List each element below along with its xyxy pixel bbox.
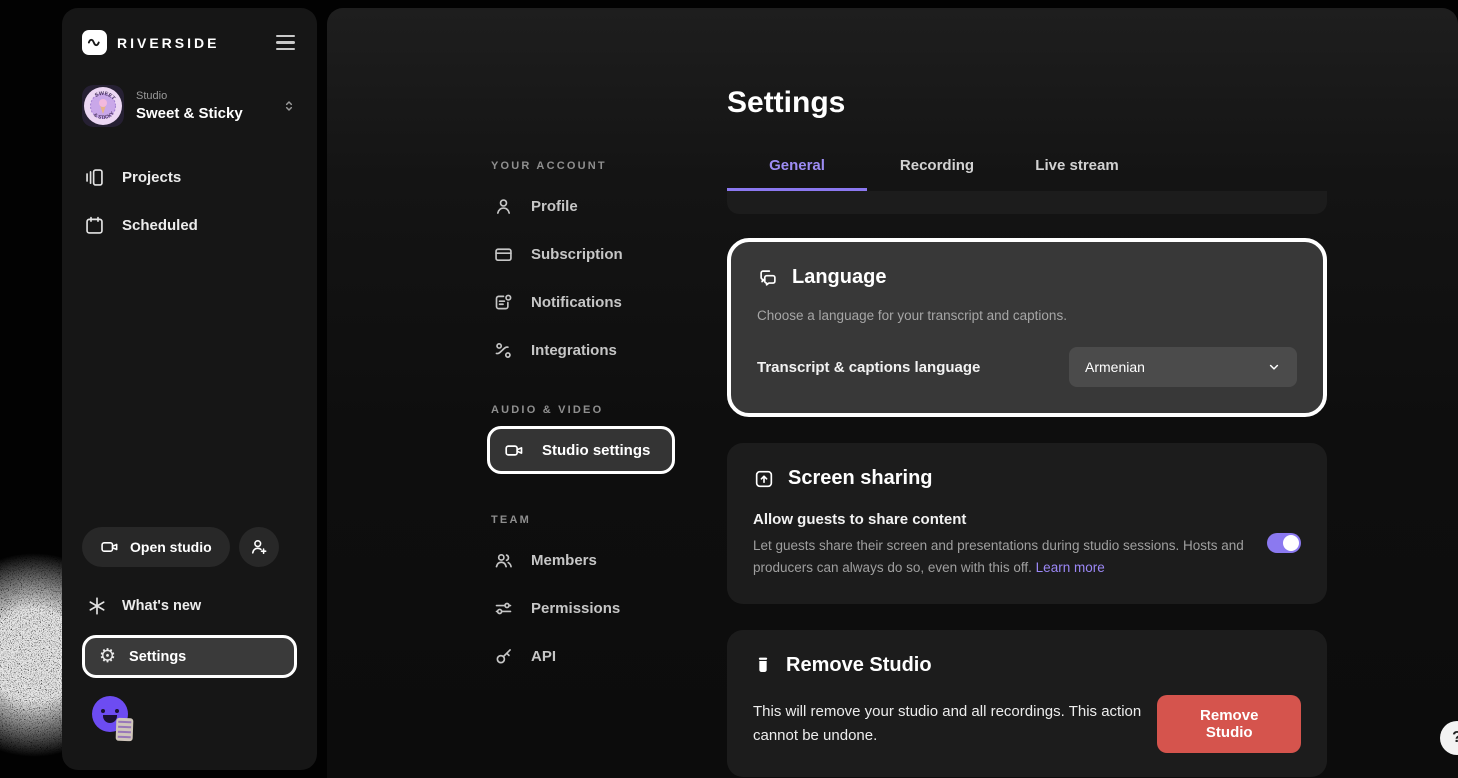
settings-nav-label: API: [531, 648, 556, 665]
learn-more-link[interactable]: Learn more: [1036, 560, 1105, 575]
remove-studio-title: Remove Studio: [786, 654, 932, 677]
studio-name: Sweet & Sticky: [136, 105, 269, 122]
calendar-icon: [82, 215, 106, 236]
chevron-up-down-icon: [281, 96, 297, 116]
person-icon: [491, 196, 515, 217]
tab-recording[interactable]: Recording: [867, 145, 1007, 191]
language-card-title: Language: [792, 266, 886, 289]
people-icon: [491, 550, 515, 571]
chat-bubbles-icon: [757, 267, 779, 289]
open-studio-label: Open studio: [130, 539, 212, 555]
tab-live-stream[interactable]: Live stream: [1007, 145, 1147, 191]
allow-guests-label: Allow guests to share content: [753, 511, 1267, 528]
studio-switcher[interactable]: SWEET & STICKY Studio Sweet & Sticky: [82, 85, 297, 127]
settings-nav-label: Studio settings: [542, 442, 650, 459]
language-card-highlighted: Language Choose a language for your tran…: [727, 238, 1327, 417]
settings-nav-label: Subscription: [531, 246, 623, 263]
screen-sharing-title: Screen sharing: [788, 467, 933, 490]
settings-nav-item-profile[interactable]: Profile: [487, 182, 687, 230]
projects-icon: [82, 167, 106, 188]
remove-studio-description: This will remove your studio and all rec…: [753, 700, 1157, 747]
settings-nav-item-members[interactable]: Members: [487, 536, 687, 584]
avatar-stamp-badge: [116, 718, 134, 742]
allow-guests-toggle-on[interactable]: [1267, 533, 1301, 553]
wave-logo-icon: [82, 30, 107, 55]
settings-tabs: General Recording Live stream: [727, 145, 1327, 191]
section-title-audio-video: AUDIO & VIDEO: [491, 404, 687, 416]
integrations-icon: [491, 340, 515, 361]
person-plus-icon: [249, 537, 269, 557]
settings-nav-item-studio-settings-active[interactable]: Studio settings: [487, 426, 675, 474]
settings-nav-item-notifications[interactable]: Notifications: [487, 278, 687, 326]
screen-sharing-card: Screen sharing Allow guests to share con…: [727, 443, 1327, 604]
allow-guests-description-text: Let guests share their screen and presen…: [753, 538, 1244, 575]
collapse-menu-icon[interactable]: [274, 31, 297, 54]
screen-share-icon: [753, 468, 775, 490]
language-select[interactable]: Armenian: [1069, 347, 1297, 387]
section-title-your-account: YOUR ACCOUNT: [491, 160, 687, 172]
gear-icon: ⚙: [99, 647, 116, 666]
language-field-label: Transcript & captions language: [757, 359, 980, 376]
language-card-description: Choose a language for your transcript an…: [757, 308, 1297, 323]
main-panel: YOUR ACCOUNT Profile Subscription Notifi…: [327, 8, 1458, 778]
user-avatar[interactable]: [82, 694, 297, 752]
help-glyph: ?: [1452, 729, 1458, 747]
settings-nav-item-integrations[interactable]: Integrations: [487, 326, 687, 374]
notifications-icon: [491, 292, 515, 313]
allow-guests-description: Let guests share their screen and presen…: [753, 535, 1267, 580]
settings-label: Settings: [129, 649, 186, 665]
whats-new-item[interactable]: What's new: [86, 595, 297, 617]
settings-nav-label: Notifications: [531, 294, 622, 311]
trash-icon: [753, 654, 773, 676]
section-title-team: TEAM: [491, 514, 687, 526]
settings-nav-item-api[interactable]: API: [487, 632, 687, 680]
settings-nav: YOUR ACCOUNT Profile Subscription Notifi…: [487, 160, 687, 680]
chevron-down-icon: [1265, 358, 1283, 376]
whats-new-label: What's new: [122, 598, 201, 614]
video-camera-icon: [100, 537, 120, 557]
remove-studio-button[interactable]: Remove Studio: [1157, 695, 1301, 753]
open-studio-button[interactable]: Open studio: [82, 527, 230, 567]
settings-content: Settings General Recording Live stream L…: [727, 8, 1327, 777]
key-icon: [491, 646, 515, 667]
language-select-value: Armenian: [1085, 359, 1145, 375]
sidebar-item-label: Projects: [122, 169, 181, 186]
sliders-icon: [491, 598, 515, 619]
settings-nav-label: Profile: [531, 198, 578, 215]
credit-card-icon: [491, 244, 515, 265]
brand-name: RIVERSIDE: [117, 35, 219, 51]
settings-nav-item-permissions[interactable]: Permissions: [487, 584, 687, 632]
sparkle-icon: [86, 595, 108, 617]
sidebar-item-settings-active[interactable]: ⚙ Settings: [82, 635, 297, 678]
riverside-logo[interactable]: RIVERSIDE: [82, 30, 219, 55]
settings-nav-label: Members: [531, 552, 597, 569]
settings-nav-label: Permissions: [531, 600, 620, 617]
sidebar: RIVERSIDE SWEET & STICKY Studio Sw: [62, 8, 317, 770]
sidebar-item-label: Scheduled: [122, 217, 198, 234]
page-title: Settings: [727, 86, 1327, 120]
settings-nav-item-subscription[interactable]: Subscription: [487, 230, 687, 278]
sidebar-item-projects[interactable]: Projects: [82, 153, 297, 201]
video-camera-icon: [502, 440, 526, 461]
sidebar-item-scheduled[interactable]: Scheduled: [82, 201, 297, 249]
remove-studio-card: Remove Studio This will remove your stud…: [727, 630, 1327, 777]
studio-avatar: SWEET & STICKY: [82, 85, 124, 127]
riverside-app: RIVERSIDE SWEET & STICKY Studio Sw: [0, 0, 1458, 778]
studio-kicker: Studio: [136, 90, 269, 102]
tab-general[interactable]: General: [727, 145, 867, 191]
invite-button[interactable]: [239, 527, 279, 567]
settings-nav-label: Integrations: [531, 342, 617, 359]
scrolled-card-bottom: [727, 191, 1327, 214]
